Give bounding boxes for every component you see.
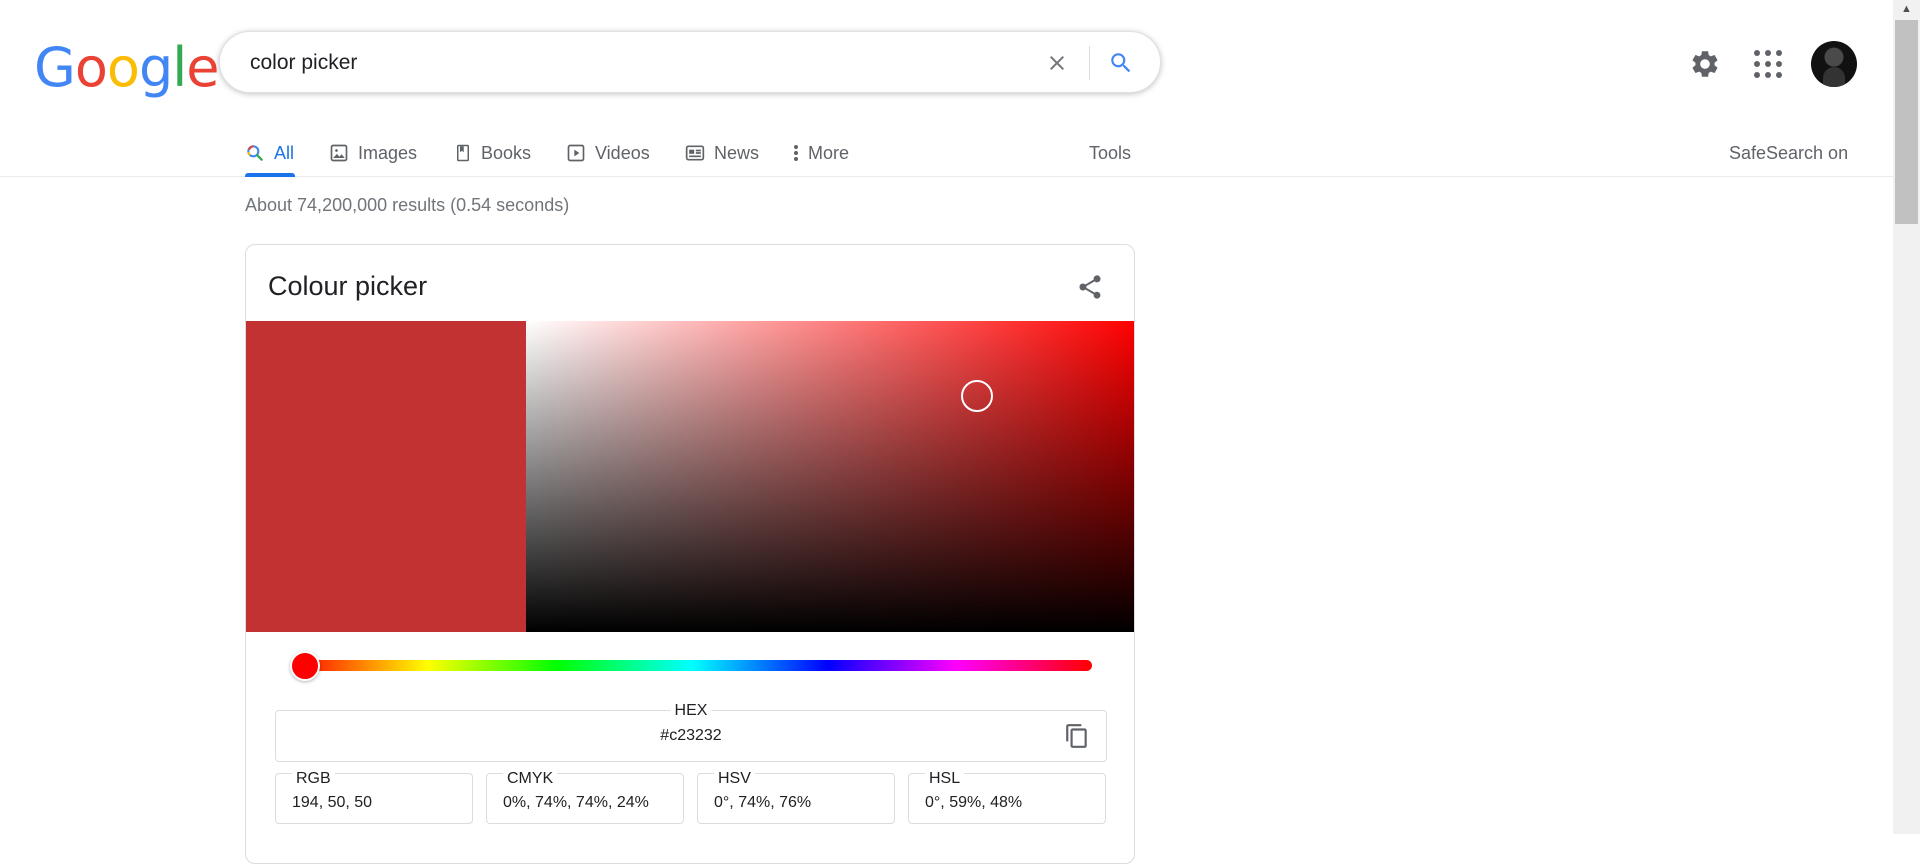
hue-slider[interactable] <box>292 660 1092 671</box>
hsv-value[interactable]: 0°, 74%, 76% <box>714 794 811 812</box>
hsl-value[interactable]: 0°, 59%, 48% <box>925 794 1022 812</box>
apps-dot-icon <box>1765 72 1771 78</box>
tools-button[interactable]: Tools <box>1089 138 1131 168</box>
apps-dot-icon <box>1754 61 1760 67</box>
hex-label: HEX <box>670 702 712 720</box>
apps-dot-icon <box>1754 50 1760 56</box>
tab-label: All <box>274 142 295 163</box>
apps-launcher-button[interactable] <box>1750 46 1786 82</box>
gear-icon <box>1692 51 1718 77</box>
tools-label: Tools <box>1089 142 1132 163</box>
google-logo[interactable]: Google <box>34 36 219 99</box>
share-button[interactable] <box>1068 265 1112 309</box>
logo-letter: o <box>74 36 108 99</box>
rgb-value[interactable]: 194, 50, 50 <box>292 794 372 812</box>
scroll-up-arrow-icon[interactable]: ▲ <box>1893 0 1920 18</box>
logo-letter: e <box>186 36 219 99</box>
apps-dot-icon <box>1765 50 1771 56</box>
news-icon <box>685 145 705 161</box>
page-scrollbar[interactable]: ▲ <box>1893 0 1920 834</box>
hsv-label: HSV <box>714 770 755 788</box>
book-icon <box>457 144 469 162</box>
search-button[interactable] <box>1100 44 1142 82</box>
apps-dot-icon <box>1776 72 1782 78</box>
cmyk-label: CMYK <box>503 770 558 788</box>
account-avatar[interactable] <box>1811 41 1857 87</box>
search-icon <box>247 145 263 161</box>
saturation-value-area[interactable] <box>526 321 1134 632</box>
tab-label: More <box>808 142 850 163</box>
hue-slider-handle[interactable] <box>290 651 320 681</box>
tab-news[interactable]: News <box>685 138 759 168</box>
logo-letter: l <box>172 36 187 99</box>
settings-button[interactable] <box>1687 46 1723 82</box>
logo-letter: o <box>106 36 140 99</box>
safesearch-label: SafeSearch on <box>1729 142 1849 163</box>
search-divider <box>1089 46 1090 80</box>
apps-dot-icon <box>1754 72 1760 78</box>
logo-letter: G <box>34 36 76 99</box>
cmyk-value[interactable]: 0%, 74%, 74%, 24% <box>503 794 649 812</box>
tab-label: News <box>714 142 760 163</box>
hsl-label: HSL <box>925 770 965 788</box>
saturation-value-handle[interactable] <box>961 379 994 412</box>
tab-label: Books <box>481 142 532 163</box>
selected-colour-swatch <box>246 321 526 632</box>
result-stats: About 74,200,000 results (0.54 seconds) <box>245 195 570 215</box>
image-icon <box>330 144 348 162</box>
tab-label: Videos <box>595 142 650 163</box>
apps-dot-icon <box>1765 61 1771 67</box>
video-icon <box>567 144 585 162</box>
cmyk-field[interactable]: CMYK 0%, 74%, 74%, 24% <box>486 770 684 824</box>
clear-search-button[interactable] <box>1038 44 1076 82</box>
tab-more[interactable]: More <box>793 138 849 168</box>
rgb-label: RGB <box>292 770 335 788</box>
hex-field[interactable]: HEX #c23232 <box>275 702 1107 762</box>
hex-value[interactable]: #c23232 <box>276 727 1106 745</box>
search-tabs: All Images Books Videos News More Tools … <box>0 130 1893 177</box>
copy-hex-button[interactable] <box>1062 721 1092 751</box>
rgb-field[interactable]: RGB 194, 50, 50 <box>275 770 473 824</box>
tab-images[interactable]: Images <box>329 138 417 168</box>
colour-picker-card: Colour picker HEX #c23232 RGB 194, 50, 5… <box>245 244 1135 864</box>
apps-dot-icon <box>1776 61 1782 67</box>
tab-books[interactable]: Books <box>454 138 531 168</box>
active-tab-indicator <box>245 173 295 177</box>
apps-dot-icon <box>1776 50 1782 56</box>
tab-all[interactable]: All <box>245 138 294 168</box>
tab-videos[interactable]: Videos <box>566 138 650 168</box>
copy-icon <box>1066 724 1087 748</box>
scrollbar-thumb[interactable] <box>1895 20 1918 224</box>
search-bar <box>219 31 1161 93</box>
hsv-field[interactable]: HSV 0°, 74%, 76% <box>697 770 895 824</box>
tab-label: Images <box>358 142 418 163</box>
hsl-field[interactable]: HSL 0°, 59%, 48% <box>908 770 1106 824</box>
share-icon <box>1079 275 1101 299</box>
card-title: Colour picker <box>268 271 428 301</box>
logo-letter: g <box>138 36 173 99</box>
close-icon <box>1050 56 1064 70</box>
more-vert-icon <box>794 145 798 161</box>
search-icon <box>1111 53 1131 73</box>
safesearch-button[interactable]: SafeSearch on <box>1729 138 1848 168</box>
search-input[interactable] <box>248 44 988 82</box>
